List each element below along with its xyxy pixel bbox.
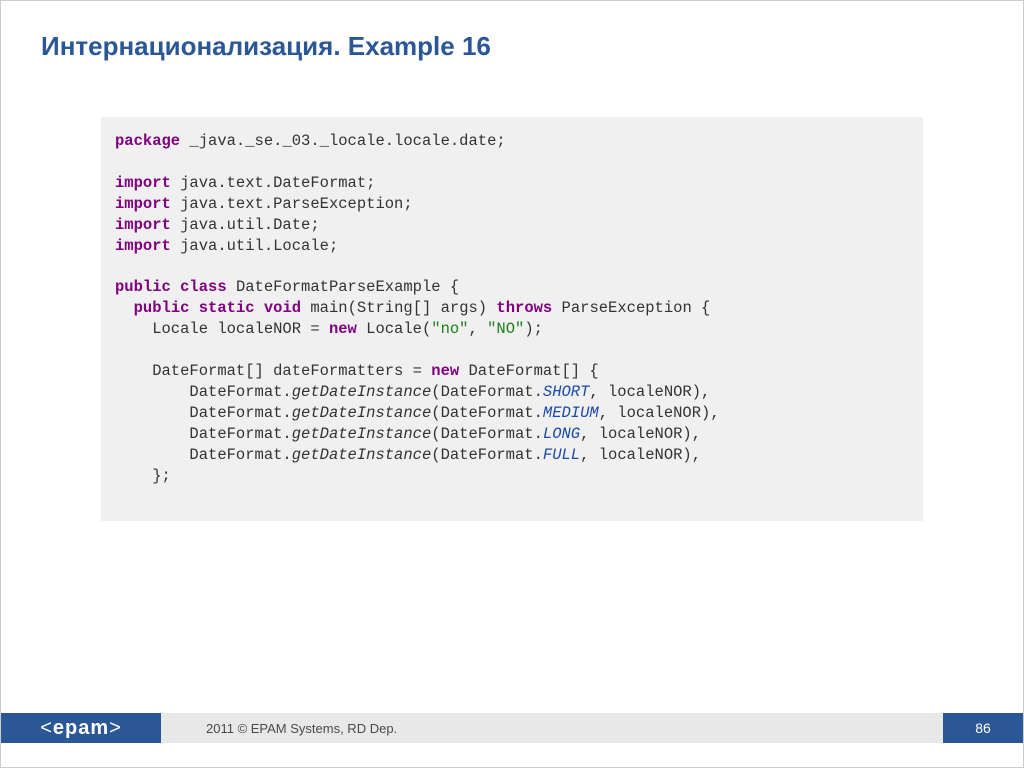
const-long: LONG <box>543 425 580 443</box>
import-4: java.util.Locale; <box>171 237 338 255</box>
call-mid: (DateFormat. <box>431 404 543 422</box>
call-mid: (DateFormat. <box>431 383 543 401</box>
method-getDateInstance: getDateInstance <box>292 446 432 464</box>
df-line-1: DateFormat[] dateFormatters = <box>115 362 431 380</box>
method-getDateInstance: getDateInstance <box>292 425 432 443</box>
class-declaration: DateFormatParseExample { <box>227 278 460 296</box>
keyword-import: import <box>115 216 171 234</box>
import-2: java.text.ParseException; <box>171 195 413 213</box>
page-number: 86 <box>943 713 1023 743</box>
code-block: package _java._se._03._locale.locale.dat… <box>101 117 923 521</box>
keyword-throws: throws <box>496 299 552 317</box>
call-prefix: DateFormat. <box>115 425 292 443</box>
method-getDateInstance: getDateInstance <box>292 383 432 401</box>
close-array: }; <box>115 467 171 485</box>
locale-line-1: Locale localeNOR = <box>115 320 329 338</box>
package-name: _java._se._03._locale.locale.date; <box>180 132 506 150</box>
keyword-public: public <box>115 278 171 296</box>
call-mid: (DateFormat. <box>431 446 543 464</box>
call-prefix: DateFormat. <box>115 404 292 422</box>
comma: , <box>468 320 487 338</box>
call-prefix: DateFormat. <box>115 446 292 464</box>
footer-copyright: 2011 © EPAM Systems, RD Dep. <box>161 713 943 743</box>
call-suffix: , localeNOR), <box>580 446 701 464</box>
string-no: "no" <box>431 320 468 338</box>
call-mid: (DateFormat. <box>431 425 543 443</box>
call-suffix: , localeNOR), <box>589 383 710 401</box>
keyword-new: new <box>431 362 459 380</box>
slide: Интернационализация. Example 16 package … <box>0 0 1024 768</box>
const-full: FULL <box>543 446 580 464</box>
keyword-import: import <box>115 237 171 255</box>
footer: <epam> 2011 © EPAM Systems, RD Dep. 86 <box>1 713 1023 743</box>
keyword-class: class <box>180 278 227 296</box>
keyword-public: public <box>134 299 190 317</box>
keyword-import: import <box>115 174 171 192</box>
method-getDateInstance: getDateInstance <box>292 404 432 422</box>
slide-title: Интернационализация. Example 16 <box>1 1 1023 62</box>
epam-logo: <epam> <box>1 713 161 743</box>
locale-line-2: Locale( <box>357 320 431 338</box>
main-sig-2: ParseException { <box>552 299 710 317</box>
const-medium: MEDIUM <box>543 404 599 422</box>
main-sig-1: main(String[] args) <box>301 299 496 317</box>
df-line-2: DateFormat[] { <box>459 362 599 380</box>
locale-line-3: ); <box>524 320 543 338</box>
keyword-void: void <box>264 299 301 317</box>
const-short: SHORT <box>543 383 590 401</box>
string-NO: "NO" <box>487 320 524 338</box>
import-1: java.text.DateFormat; <box>171 174 376 192</box>
keyword-static: static <box>199 299 255 317</box>
call-suffix: , localeNOR), <box>580 425 701 443</box>
keyword-package: package <box>115 132 180 150</box>
keyword-new: new <box>329 320 357 338</box>
call-prefix: DateFormat. <box>115 383 292 401</box>
call-suffix: , localeNOR), <box>599 404 720 422</box>
import-3: java.util.Date; <box>171 216 320 234</box>
keyword-import: import <box>115 195 171 213</box>
